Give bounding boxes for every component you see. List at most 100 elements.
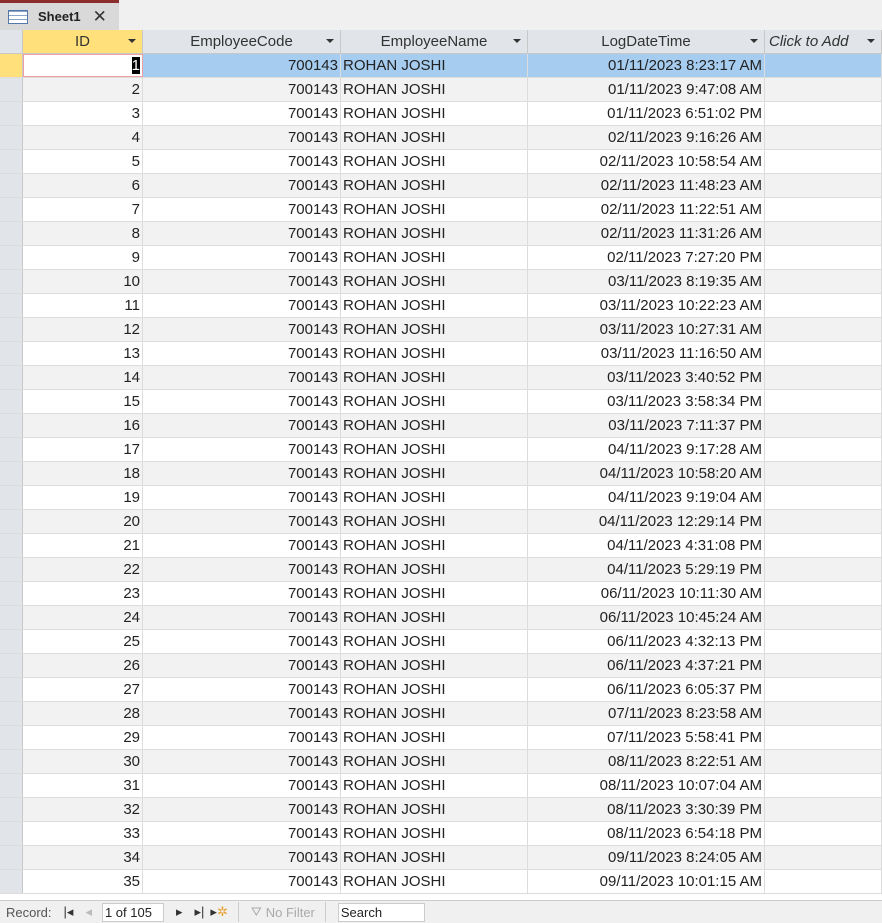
cell-click-to-add[interactable] <box>765 102 882 125</box>
column-header-click-to-add[interactable]: Click to Add <box>765 30 882 53</box>
cell-click-to-add[interactable] <box>765 798 882 821</box>
cell-employeename[interactable]: ROHAN JOSHI <box>341 390 528 413</box>
cell-id[interactable]: 30 <box>23 750 143 773</box>
cell-id[interactable]: 13 <box>23 342 143 365</box>
dropdown-arrow-icon[interactable] <box>867 39 875 43</box>
row-selector[interactable] <box>0 750 23 773</box>
cell-id[interactable]: 2 <box>23 78 143 101</box>
table-row[interactable]: 10 700143 ROHAN JOSHI 03/11/2023 8:19:35 AM <box>0 270 882 294</box>
cell-click-to-add[interactable] <box>765 486 882 509</box>
cell-employeename[interactable]: ROHAN JOSHI <box>341 126 528 149</box>
cell-click-to-add[interactable] <box>765 870 882 893</box>
row-selector[interactable] <box>0 606 23 629</box>
cell-employeename[interactable]: ROHAN JOSHI <box>341 318 528 341</box>
row-selector[interactable] <box>0 822 23 845</box>
cell-logdatetime[interactable]: 06/11/2023 6:05:37 PM <box>528 678 765 701</box>
cell-employeecode[interactable]: 700143 <box>143 726 341 749</box>
table-row[interactable]: 30 700143 ROHAN JOSHI 08/11/2023 8:22:51 AM <box>0 750 882 774</box>
cell-click-to-add[interactable] <box>765 726 882 749</box>
cell-employeecode[interactable]: 700143 <box>143 702 341 725</box>
table-row[interactable]: 22 700143 ROHAN JOSHI 04/11/2023 5:29:19 PM <box>0 558 882 582</box>
column-header-logdatetime[interactable]: LogDateTime <box>528 30 765 53</box>
cell-logdatetime[interactable]: 01/11/2023 6:51:02 PM <box>528 102 765 125</box>
search-input[interactable]: Search <box>337 902 425 922</box>
row-selector[interactable] <box>0 774 23 797</box>
table-row[interactable]: 29 700143 ROHAN JOSHI 07/11/2023 5:58:41 PM <box>0 726 882 750</box>
cell-logdatetime[interactable]: 01/11/2023 9:47:08 AM <box>528 78 765 101</box>
cell-employeecode[interactable]: 700143 <box>143 822 341 845</box>
cell-id[interactable]: 26 <box>23 654 143 677</box>
row-selector[interactable] <box>0 630 23 653</box>
table-row[interactable]: 2 700143 ROHAN JOSHI 01/11/2023 9:47:08 AM <box>0 78 882 102</box>
cell-logdatetime[interactable]: 02/11/2023 10:58:54 AM <box>528 150 765 173</box>
column-header-id[interactable]: ID <box>23 30 143 53</box>
cell-employeecode[interactable]: 700143 <box>143 246 341 269</box>
next-record-icon[interactable]: ▸ <box>176 904 183 920</box>
cell-employeename[interactable]: ROHAN JOSHI <box>341 846 528 869</box>
cell-employeecode[interactable]: 700143 <box>143 318 341 341</box>
row-selector[interactable] <box>0 342 23 365</box>
cell-click-to-add[interactable] <box>765 846 882 869</box>
row-selector[interactable] <box>0 558 23 581</box>
dropdown-arrow-icon[interactable] <box>750 39 758 43</box>
cell-id[interactable]: 7 <box>23 198 143 221</box>
cell-employeename[interactable]: ROHAN JOSHI <box>341 102 528 125</box>
table-row[interactable]: 19 700143 ROHAN JOSHI 04/11/2023 9:19:04 AM <box>0 486 882 510</box>
cell-employeename[interactable]: ROHAN JOSHI <box>341 366 528 389</box>
cell-employeename[interactable]: ROHAN JOSHI <box>341 294 528 317</box>
cell-employeename[interactable]: ROHAN JOSHI <box>341 774 528 797</box>
cell-employeecode[interactable]: 700143 <box>143 486 341 509</box>
cell-employeename[interactable]: ROHAN JOSHI <box>341 534 528 557</box>
cell-employeename[interactable]: ROHAN JOSHI <box>341 798 528 821</box>
row-selector[interactable] <box>0 846 23 869</box>
row-selector[interactable] <box>0 78 23 101</box>
cell-logdatetime[interactable]: 02/11/2023 11:48:23 AM <box>528 174 765 197</box>
cell-employeename[interactable]: ROHAN JOSHI <box>341 606 528 629</box>
cell-click-to-add[interactable] <box>765 342 882 365</box>
cell-click-to-add[interactable] <box>765 750 882 773</box>
table-row[interactable]: 17 700143 ROHAN JOSHI 04/11/2023 9:17:28 AM <box>0 438 882 462</box>
row-selector[interactable] <box>0 654 23 677</box>
cell-id[interactable]: 14 <box>23 366 143 389</box>
cell-employeename[interactable]: ROHAN JOSHI <box>341 510 528 533</box>
cell-click-to-add[interactable] <box>765 198 882 221</box>
cell-logdatetime[interactable]: 01/11/2023 8:23:17 AM <box>528 54 765 77</box>
table-row[interactable]: 9 700143 ROHAN JOSHI 02/11/2023 7:27:20 PM <box>0 246 882 270</box>
cell-click-to-add[interactable] <box>765 246 882 269</box>
cell-click-to-add[interactable] <box>765 822 882 845</box>
cell-id[interactable]: 15 <box>23 390 143 413</box>
table-row[interactable]: 12 700143 ROHAN JOSHI 03/11/2023 10:27:31 A… <box>0 318 882 342</box>
cell-employeename[interactable]: ROHAN JOSHI <box>341 150 528 173</box>
cell-logdatetime[interactable]: 03/11/2023 8:19:35 AM <box>528 270 765 293</box>
cell-employeecode[interactable]: 700143 <box>143 678 341 701</box>
cell-id[interactable]: 31 <box>23 774 143 797</box>
cell-id[interactable]: 6 <box>23 174 143 197</box>
cell-logdatetime[interactable]: 03/11/2023 10:27:31 AM <box>528 318 765 341</box>
cell-employeecode[interactable]: 700143 <box>143 582 341 605</box>
table-row[interactable]: 3 700143 ROHAN JOSHI 01/11/2023 6:51:02 PM <box>0 102 882 126</box>
cell-id[interactable]: 12 <box>23 318 143 341</box>
cell-logdatetime[interactable]: 06/11/2023 4:37:21 PM <box>528 654 765 677</box>
row-selector[interactable] <box>0 198 23 221</box>
cell-employeecode[interactable]: 700143 <box>143 222 341 245</box>
cell-employeename[interactable]: ROHAN JOSHI <box>341 750 528 773</box>
row-selector[interactable] <box>0 366 23 389</box>
cell-logdatetime[interactable]: 09/11/2023 8:24:05 AM <box>528 846 765 869</box>
row-selector[interactable] <box>0 270 23 293</box>
cell-employeecode[interactable]: 700143 <box>143 126 341 149</box>
table-row[interactable]: 25 700143 ROHAN JOSHI 06/11/2023 4:32:13 PM <box>0 630 882 654</box>
cell-click-to-add[interactable] <box>765 174 882 197</box>
cell-employeename[interactable]: ROHAN JOSHI <box>341 462 528 485</box>
cell-logdatetime[interactable]: 06/11/2023 10:11:30 AM <box>528 582 765 605</box>
cell-employeecode[interactable]: 700143 <box>143 342 341 365</box>
cell-click-to-add[interactable] <box>765 462 882 485</box>
dropdown-arrow-icon[interactable] <box>128 39 136 43</box>
table-row[interactable]: 35 700143 ROHAN JOSHI 09/11/2023 10:01:15 A… <box>0 870 882 894</box>
cell-logdatetime[interactable]: 04/11/2023 9:19:04 AM <box>528 486 765 509</box>
cell-employeecode[interactable]: 700143 <box>143 414 341 437</box>
cell-employeename[interactable]: ROHAN JOSHI <box>341 630 528 653</box>
cell-id[interactable]: 17 <box>23 438 143 461</box>
cell-employeename[interactable]: ROHAN JOSHI <box>341 246 528 269</box>
cell-logdatetime[interactable]: 08/11/2023 3:30:39 PM <box>528 798 765 821</box>
cell-employeecode[interactable]: 700143 <box>143 654 341 677</box>
